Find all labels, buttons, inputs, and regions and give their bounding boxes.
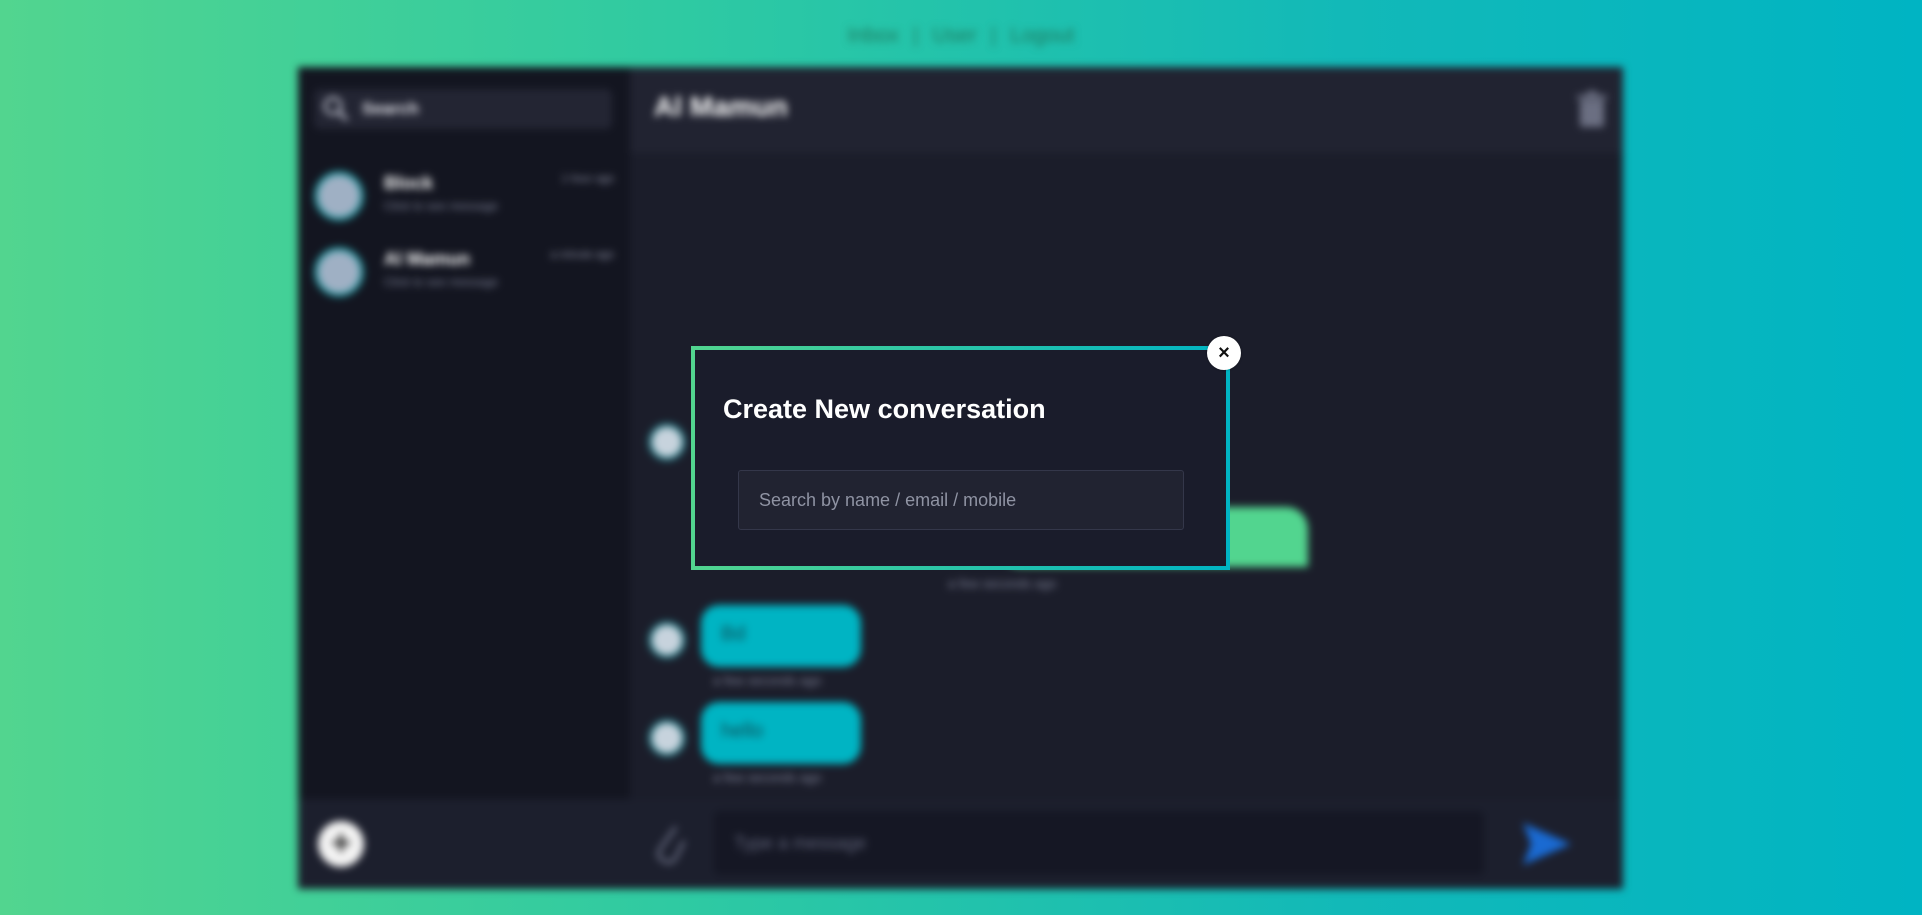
- conversation-name: Al Mamun: [384, 249, 471, 269]
- message-text: Bd: [721, 623, 746, 645]
- conversation-time: a minute ago: [550, 249, 614, 261]
- message-avatar: [648, 719, 686, 757]
- sidebar-search[interactable]: Search: [314, 89, 612, 129]
- message-composer: Type a message: [630, 799, 1623, 889]
- conversation-sidebar: Search Block Click to see message 1 hour…: [298, 67, 630, 889]
- message-time: a few seconds ago: [713, 673, 822, 688]
- search-icon: [323, 96, 349, 122]
- send-icon[interactable]: [1521, 821, 1573, 867]
- conversation-item[interactable]: Al Mamun Click to see message a minute a…: [314, 243, 614, 303]
- sidebar-footer: +: [298, 799, 630, 889]
- nav-logout[interactable]: Logout: [996, 24, 1088, 47]
- trash-icon[interactable]: [1575, 91, 1609, 129]
- received-message-bubble: hello: [701, 702, 861, 764]
- nav-user[interactable]: User: [918, 24, 990, 47]
- nav-inbox[interactable]: Inbox: [834, 24, 913, 47]
- conversation-subtitle: Click to see message: [384, 275, 499, 289]
- chat-header: Al Mamun: [630, 67, 1623, 153]
- top-nav: Inbox | User | Logout: [0, 24, 1922, 48]
- avatar: [314, 171, 364, 221]
- message-time: a few seconds ago: [713, 770, 822, 785]
- conversation-time: 1 hour ago: [561, 173, 614, 185]
- paperclip-icon[interactable]: [652, 821, 688, 867]
- conversation-item[interactable]: Block Click to see message 1 hour ago: [314, 167, 614, 227]
- user-search-input[interactable]: [738, 470, 1184, 530]
- search-placeholder: Search: [362, 99, 419, 118]
- avatar: [314, 247, 364, 297]
- message-input[interactable]: Type a message: [714, 811, 1484, 875]
- close-modal-button[interactable]: ×: [1207, 336, 1241, 370]
- conversation-subtitle: Click to see message: [384, 199, 499, 213]
- modal-title: Create New conversation: [723, 394, 1046, 424]
- message-time: a few seconds ago: [948, 576, 1057, 591]
- conversation-name: Block: [384, 173, 434, 193]
- chat-title: Al Mamun: [654, 91, 788, 122]
- message-avatar: [648, 621, 686, 659]
- add-conversation-button[interactable]: +: [318, 821, 364, 867]
- message-text: hello: [721, 720, 764, 742]
- message-placeholder: Type a message: [734, 833, 867, 853]
- received-message-bubble: Bd: [701, 605, 861, 667]
- create-conversation-modal: Create New conversation: [691, 346, 1230, 570]
- message-avatar: [648, 423, 686, 461]
